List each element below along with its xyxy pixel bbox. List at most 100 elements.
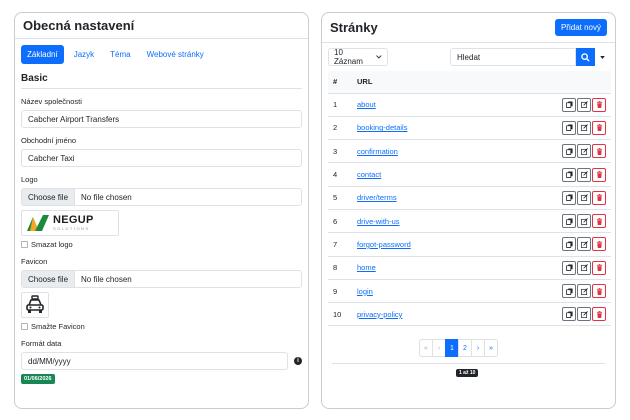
page-1-button[interactable]: 1 [445, 339, 459, 357]
per-page-value: 10 Záznam [334, 48, 363, 66]
delete-button[interactable] [592, 144, 606, 159]
delete-button[interactable] [592, 260, 606, 275]
section-title: Basic [21, 73, 48, 84]
row-url-link[interactable]: home [357, 263, 376, 272]
business-name-input[interactable]: Cabcher Taxi [21, 149, 302, 167]
info-icon[interactable]: i [294, 357, 302, 365]
copy-button[interactable] [562, 284, 576, 299]
delete-button[interactable] [592, 97, 606, 112]
table-row: 6 drive-with-us [328, 209, 611, 234]
delete-button[interactable] [592, 237, 606, 252]
row-url-cell: forgot-password [352, 232, 551, 257]
tab-theme[interactable]: Téma [104, 45, 136, 64]
delete-button[interactable] [592, 284, 606, 299]
row-actions-cell [551, 139, 611, 164]
row-url-link[interactable]: login [357, 287, 373, 296]
delete-favicon-checkbox[interactable] [21, 323, 28, 330]
edit-button[interactable] [577, 260, 591, 275]
column-header-url[interactable]: URL [352, 71, 551, 94]
add-new-button[interactable]: Přidat nový [554, 19, 607, 36]
copy-button[interactable] [562, 307, 576, 322]
row-url-link[interactable]: contact [357, 170, 381, 179]
row-url-cell: driver/terms [352, 186, 551, 210]
page-2-button[interactable]: 2 [458, 339, 472, 357]
search-options-dropdown[interactable] [595, 48, 609, 66]
copy-icon [565, 287, 573, 295]
row-url-cell: login [352, 279, 551, 304]
column-header-actions [551, 71, 611, 94]
delete-button[interactable] [592, 307, 606, 322]
trash-icon [596, 194, 602, 202]
edit-icon [580, 264, 588, 272]
copy-icon [565, 264, 573, 272]
company-name-input[interactable]: Cabcher Airport Transfers [21, 110, 302, 128]
search-button[interactable] [576, 48, 595, 66]
row-number: 3 [328, 139, 352, 164]
row-actions [556, 260, 606, 275]
copy-button[interactable] [562, 167, 576, 182]
copy-button[interactable] [562, 237, 576, 252]
delete-favicon-checkbox-row[interactable]: Smažte Favicon [21, 322, 308, 331]
next-page-button[interactable]: › [471, 339, 485, 357]
edit-button[interactable] [577, 307, 591, 322]
logo-choose-file-button[interactable]: Choose file [22, 189, 76, 205]
edit-button[interactable] [577, 120, 591, 135]
row-url-link[interactable]: about [357, 100, 376, 109]
edit-button[interactable] [577, 284, 591, 299]
date-format-input[interactable]: dd/MM/yyyy [21, 352, 288, 370]
general-settings-card: Obecná nastavení Základní Jazyk Téma Web… [14, 12, 309, 409]
date-preview-badge: 01/06/2026 [21, 374, 55, 384]
prev-page-button[interactable]: ‹ [432, 339, 446, 357]
copy-button[interactable] [562, 190, 576, 205]
tab-basic[interactable]: Základní [21, 44, 64, 64]
tab-language[interactable]: Jazyk [68, 45, 100, 64]
edit-button[interactable] [577, 144, 591, 159]
edit-icon [580, 287, 588, 295]
row-url-link[interactable]: driver/terms [357, 193, 397, 202]
row-number: 9 [328, 279, 352, 304]
copy-button[interactable] [562, 97, 576, 112]
delete-logo-checkbox[interactable] [21, 241, 28, 248]
row-number: 10 [328, 302, 352, 327]
trash-icon [596, 217, 602, 225]
delete-button[interactable] [592, 190, 606, 205]
row-actions-cell [551, 256, 611, 280]
tab-websites[interactable]: Webové stránky [141, 45, 210, 64]
delete-logo-checkbox-row[interactable]: Smazat logo [21, 240, 308, 249]
per-page-select[interactable]: 10 Záznam [328, 48, 388, 66]
copy-icon [565, 218, 573, 225]
delete-button[interactable] [592, 167, 606, 182]
search-input[interactable]: Hledat [450, 48, 576, 66]
row-url-link[interactable]: booking-details [357, 123, 407, 132]
table-row: 1 about [328, 93, 611, 117]
favicon-choose-file-button[interactable]: Choose file [22, 271, 76, 287]
edit-icon [580, 124, 588, 132]
search-icon [581, 52, 590, 62]
delete-button[interactable] [592, 214, 606, 229]
logo-file-input[interactable]: Choose file No file chosen [21, 188, 302, 206]
pages-table-body: 1 about 2 booking-details 3 confirmation 4 cont… [328, 93, 611, 327]
chevron-down-icon [376, 55, 382, 59]
edit-button[interactable] [577, 167, 591, 182]
row-url-link[interactable]: drive-with-us [357, 217, 400, 226]
edit-button[interactable] [577, 237, 591, 252]
row-number: 5 [328, 186, 352, 210]
edit-button[interactable] [577, 97, 591, 112]
trash-icon [596, 240, 602, 248]
copy-button[interactable] [562, 260, 576, 275]
delete-button[interactable] [592, 120, 606, 135]
row-url-link[interactable]: forgot-password [357, 240, 411, 249]
last-page-button[interactable]: » [484, 339, 498, 357]
column-header-number[interactable]: # [328, 71, 352, 94]
favicon-file-input[interactable]: Choose file No file chosen [21, 270, 302, 288]
search-group: Hledat [450, 48, 609, 66]
general-settings-title: Obecná nastavení [23, 18, 135, 33]
row-url-link[interactable]: privacy-policy [357, 310, 402, 319]
edit-button[interactable] [577, 214, 591, 229]
copy-button[interactable] [562, 120, 576, 135]
first-page-button[interactable]: « [419, 339, 433, 357]
row-url-link[interactable]: confirmation [357, 147, 398, 156]
copy-button[interactable] [562, 144, 576, 159]
edit-button[interactable] [577, 190, 591, 205]
copy-button[interactable] [562, 214, 576, 229]
